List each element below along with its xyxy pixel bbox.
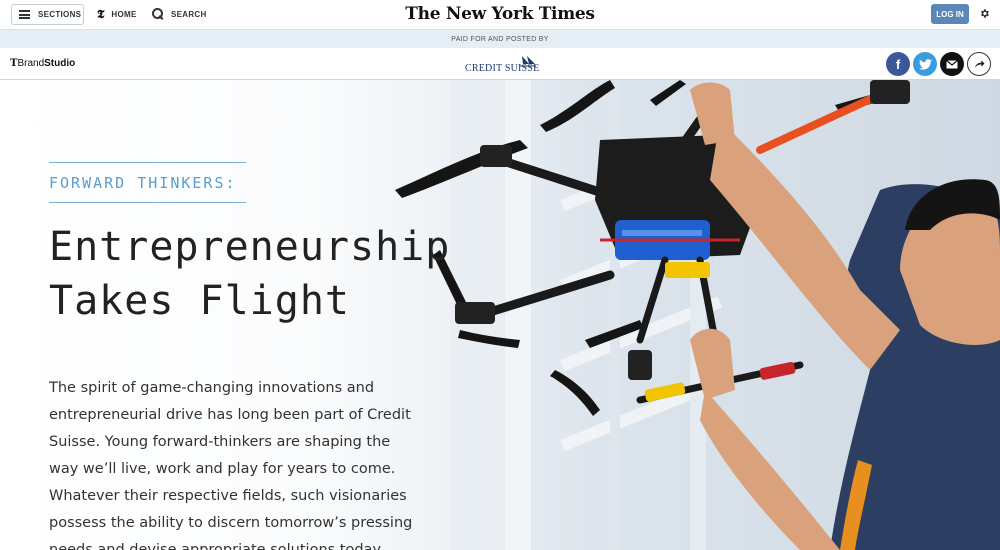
- article-headline: Entrepreneurship Takes Flight: [49, 224, 451, 324]
- brand-studio-logo[interactable]: TBrandStudio: [10, 58, 75, 69]
- credit-suisse-logo[interactable]: CREDIT SUISSE: [465, 55, 545, 75]
- sails-icon: [520, 56, 536, 67]
- facebook-icon: f: [895, 56, 901, 72]
- brand-bar: TBrandStudio CREDIT SUISSE f: [0, 48, 1000, 80]
- twitter-share-button[interactable]: [913, 52, 937, 76]
- email-icon: [946, 59, 958, 68]
- article-kicker: FORWARD THINKERS:: [49, 173, 237, 192]
- article-intro: The spirit of game-changing innovations …: [49, 380, 413, 550]
- brand-studio-studio: Studio: [44, 58, 76, 69]
- nyt-masthead-logo[interactable]: The New York Times: [0, 4, 1000, 24]
- hero-section: FORWARD THINKERS: Entrepreneurship Takes…: [0, 80, 1000, 550]
- twitter-icon: [918, 58, 932, 70]
- share-icon: [974, 60, 985, 68]
- top-navigation-bar: SECTIONS 𝕿 HOME SEARCH The New York Time…: [0, 0, 1000, 30]
- kicker-rule: FORWARD THINKERS:: [49, 162, 246, 203]
- gear-icon[interactable]: [979, 8, 990, 19]
- login-button[interactable]: LOG IN: [931, 4, 969, 24]
- brand-studio-brand: Brand: [17, 58, 45, 69]
- email-share-button[interactable]: [940, 52, 964, 76]
- paid-post-strip: PAID FOR AND POSTED BY: [0, 30, 1000, 48]
- more-share-button[interactable]: [967, 52, 991, 76]
- facebook-share-button[interactable]: f: [886, 52, 910, 76]
